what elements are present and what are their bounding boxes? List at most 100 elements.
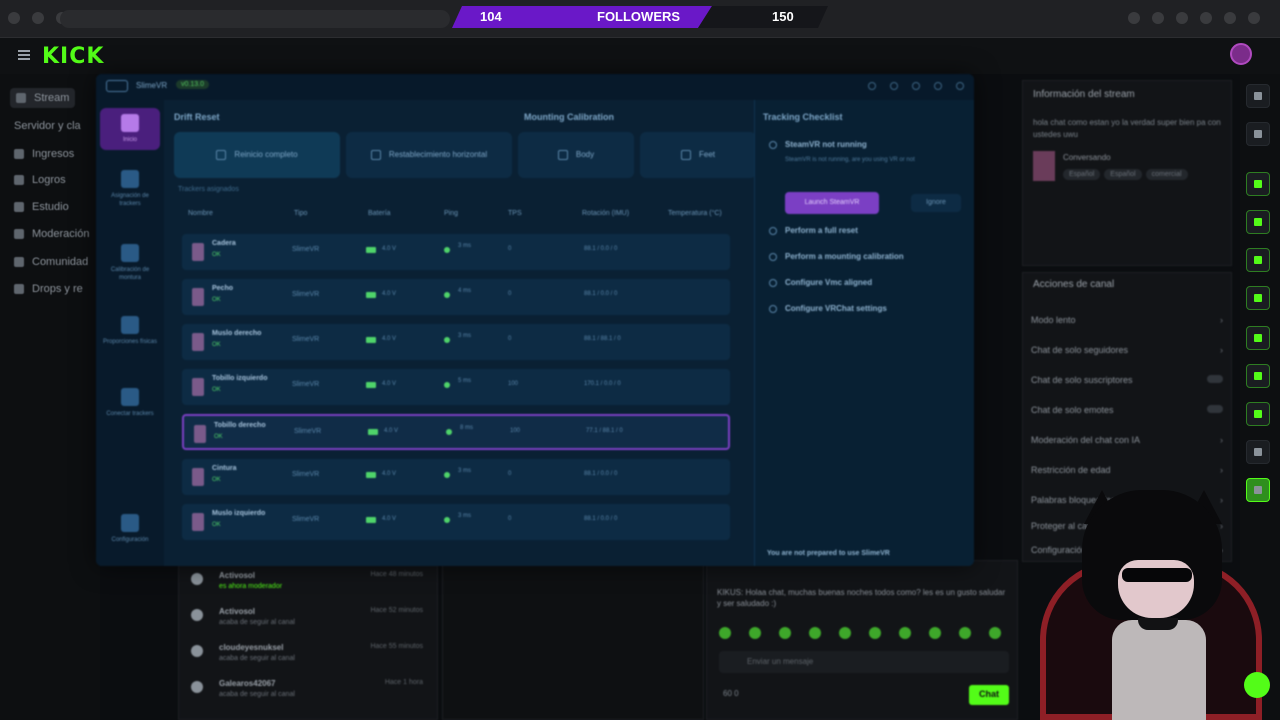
sidebar-item-studio[interactable]: Estudio bbox=[14, 197, 69, 217]
chat-send-button[interactable]: Chat bbox=[969, 685, 1009, 705]
action-row[interactable]: Chat de solo suscriptores bbox=[1031, 375, 1223, 385]
edit-icon bbox=[1254, 130, 1262, 138]
rail-button[interactable] bbox=[1246, 210, 1270, 234]
yaw-reset-button[interactable]: Restablecimiento horizontal bbox=[346, 132, 512, 178]
emote-bar[interactable] bbox=[719, 627, 1001, 639]
tracker-row[interactable]: Muslo izquierdo OK SlimeVR 4.0 V 3 ms 0 … bbox=[182, 504, 730, 540]
emote-icon[interactable] bbox=[989, 627, 1001, 639]
action-row[interactable]: Chat de solo emotes bbox=[1031, 405, 1223, 415]
circle-icon bbox=[769, 141, 777, 149]
extension-icon[interactable] bbox=[1176, 12, 1188, 24]
extension-icon[interactable] bbox=[1152, 12, 1164, 24]
list-item[interactable]: cloudeyesnuksel acaba de seguir al canal H… bbox=[191, 641, 431, 673]
maximize-icon[interactable] bbox=[934, 82, 942, 90]
action-row[interactable]: Chat de solo seguidores › bbox=[1031, 345, 1223, 355]
rail-button[interactable] bbox=[1246, 248, 1270, 272]
tracker-row[interactable]: Cadera OK SlimeVR 4.0 V 3 ms 0 88.1 / 0.… bbox=[182, 234, 730, 270]
ignore-button[interactable]: Ignore bbox=[911, 194, 961, 212]
checklist-step[interactable]: Perform a mounting calibration bbox=[769, 252, 965, 261]
heart-icon bbox=[191, 645, 203, 657]
emote-icon[interactable] bbox=[839, 627, 851, 639]
emote-icon[interactable] bbox=[959, 627, 971, 639]
income-icon bbox=[14, 149, 24, 159]
go-live-button[interactable] bbox=[1244, 672, 1270, 698]
list-item[interactable]: Activosol acaba de seguir al canal Hace 52… bbox=[191, 605, 431, 637]
tracking-checklist: Tracking Checklist SteamVR not running S… bbox=[754, 100, 974, 566]
toggle-switch[interactable] bbox=[1207, 405, 1223, 413]
user-avatar[interactable] bbox=[1230, 43, 1252, 65]
discord-icon[interactable] bbox=[868, 82, 876, 90]
checklist-step[interactable]: SteamVR not running bbox=[769, 140, 965, 149]
rail-button[interactable] bbox=[1246, 84, 1270, 108]
sidebar-item-stream[interactable]: Stream bbox=[10, 88, 76, 108]
emote-icon[interactable] bbox=[869, 627, 881, 639]
app-nav-assignment[interactable]: Asignación de trackers bbox=[100, 170, 160, 208]
extension-icon[interactable] bbox=[1224, 12, 1236, 24]
list-item[interactable]: Galearos42067 acaba de seguir al canal Hac… bbox=[191, 677, 431, 709]
action-row[interactable]: Modo lento › bbox=[1031, 315, 1223, 325]
sidebar-item-community[interactable]: Comunidad bbox=[14, 252, 88, 272]
gear-icon bbox=[1254, 92, 1262, 100]
sidebar-item-income[interactable]: Ingresos bbox=[14, 144, 74, 164]
emote-icon[interactable] bbox=[929, 627, 941, 639]
emote-icon[interactable] bbox=[749, 627, 761, 639]
panel-title: Información del stream bbox=[1033, 89, 1135, 100]
action-row[interactable]: Moderación del chat con IA › bbox=[1031, 435, 1223, 445]
rail-button[interactable] bbox=[1246, 402, 1270, 426]
action-row[interactable]: Restricción de edad › bbox=[1031, 465, 1223, 475]
rail-button[interactable] bbox=[1246, 286, 1270, 310]
rail-button[interactable] bbox=[1246, 326, 1270, 350]
app-nav-home[interactable]: Inicio bbox=[100, 108, 160, 150]
rail-button[interactable] bbox=[1246, 440, 1270, 464]
extension-icon[interactable] bbox=[1128, 12, 1140, 24]
checklist-step[interactable]: Configure VRChat settings bbox=[769, 304, 965, 313]
emote-icon[interactable] bbox=[899, 627, 911, 639]
forward-icon[interactable] bbox=[32, 12, 44, 24]
rail-button[interactable] bbox=[1246, 172, 1270, 196]
address-bar[interactable] bbox=[60, 10, 450, 28]
github-icon[interactable] bbox=[890, 82, 898, 90]
browser-nav-buttons[interactable] bbox=[8, 12, 68, 24]
sidebar-item-server[interactable]: Servidor y cla bbox=[14, 116, 81, 136]
slimevr-window: SlimeVR v0.13.0 Inicio Asignación de tra… bbox=[96, 74, 974, 566]
tracker-row[interactable]: Muslo derecho OK SlimeVR 4.0 V 3 ms 0 88… bbox=[182, 324, 730, 360]
emote-icon[interactable] bbox=[809, 627, 821, 639]
toggle-switch[interactable] bbox=[1207, 375, 1223, 383]
sidebar-item-achievements[interactable]: Logros bbox=[14, 170, 66, 190]
kick-logo[interactable]: KICK bbox=[42, 44, 104, 69]
checklist-step[interactable]: Configure Vmc aligned bbox=[769, 278, 965, 287]
launch-steamvr-button[interactable]: Launch SteamVR bbox=[785, 192, 879, 214]
app-nav-mounting[interactable]: Calibración de montura bbox=[100, 244, 160, 282]
window-controls[interactable] bbox=[868, 82, 964, 90]
reset-icon bbox=[216, 150, 227, 160]
tracker-row[interactable]: Pecho OK SlimeVR 4.0 V 4 ms 0 88.1 / 0.0… bbox=[182, 279, 730, 315]
browser-extensions[interactable] bbox=[1128, 12, 1260, 24]
chevron-right-icon: › bbox=[1220, 345, 1223, 355]
body-mounting-button[interactable]: Body bbox=[518, 132, 634, 178]
chat-input[interactable]: Enviar un mensaje bbox=[719, 651, 1009, 673]
app-nav-proportions[interactable]: Proporciones físicas bbox=[100, 316, 160, 346]
tracker-row[interactable]: Tobillo izquierdo OK SlimeVR 4.0 V 5 ms … bbox=[182, 369, 730, 405]
back-icon[interactable] bbox=[8, 12, 20, 24]
list-item[interactable]: Activosol es ahora moderador Hace 48 minut… bbox=[191, 569, 431, 601]
checklist-step[interactable]: Perform a full reset bbox=[769, 226, 965, 235]
minimize-icon[interactable] bbox=[912, 82, 920, 90]
extension-icon[interactable] bbox=[1200, 12, 1212, 24]
rail-button[interactable] bbox=[1246, 122, 1270, 146]
sidebar-item-drops[interactable]: Drops y re bbox=[14, 279, 83, 299]
app-nav-connect[interactable]: Conectar trackers bbox=[100, 388, 160, 418]
app-nav-settings[interactable]: Configuración bbox=[100, 514, 160, 544]
profile-icon[interactable] bbox=[1248, 12, 1260, 24]
rail-button[interactable] bbox=[1246, 364, 1270, 388]
sidebar-item-moderation[interactable]: Moderación bbox=[14, 224, 89, 244]
close-icon[interactable] bbox=[956, 82, 964, 90]
emote-icon[interactable] bbox=[719, 627, 731, 639]
menu-icon[interactable] bbox=[18, 50, 30, 60]
feet-mounting-button[interactable]: Feet bbox=[640, 132, 756, 178]
tracker-row-selected[interactable]: Tobillo derecho OK SlimeVR 4.0 V 8 ms 10… bbox=[182, 414, 730, 450]
widget-icon bbox=[1254, 372, 1262, 380]
checklist-title: Tracking Checklist bbox=[763, 112, 843, 122]
full-reset-button[interactable]: Reinicio completo bbox=[174, 132, 340, 178]
tracker-row[interactable]: Cintura OK SlimeVR 4.0 V 3 ms 0 88.1 / 0… bbox=[182, 459, 730, 495]
emote-icon[interactable] bbox=[779, 627, 791, 639]
